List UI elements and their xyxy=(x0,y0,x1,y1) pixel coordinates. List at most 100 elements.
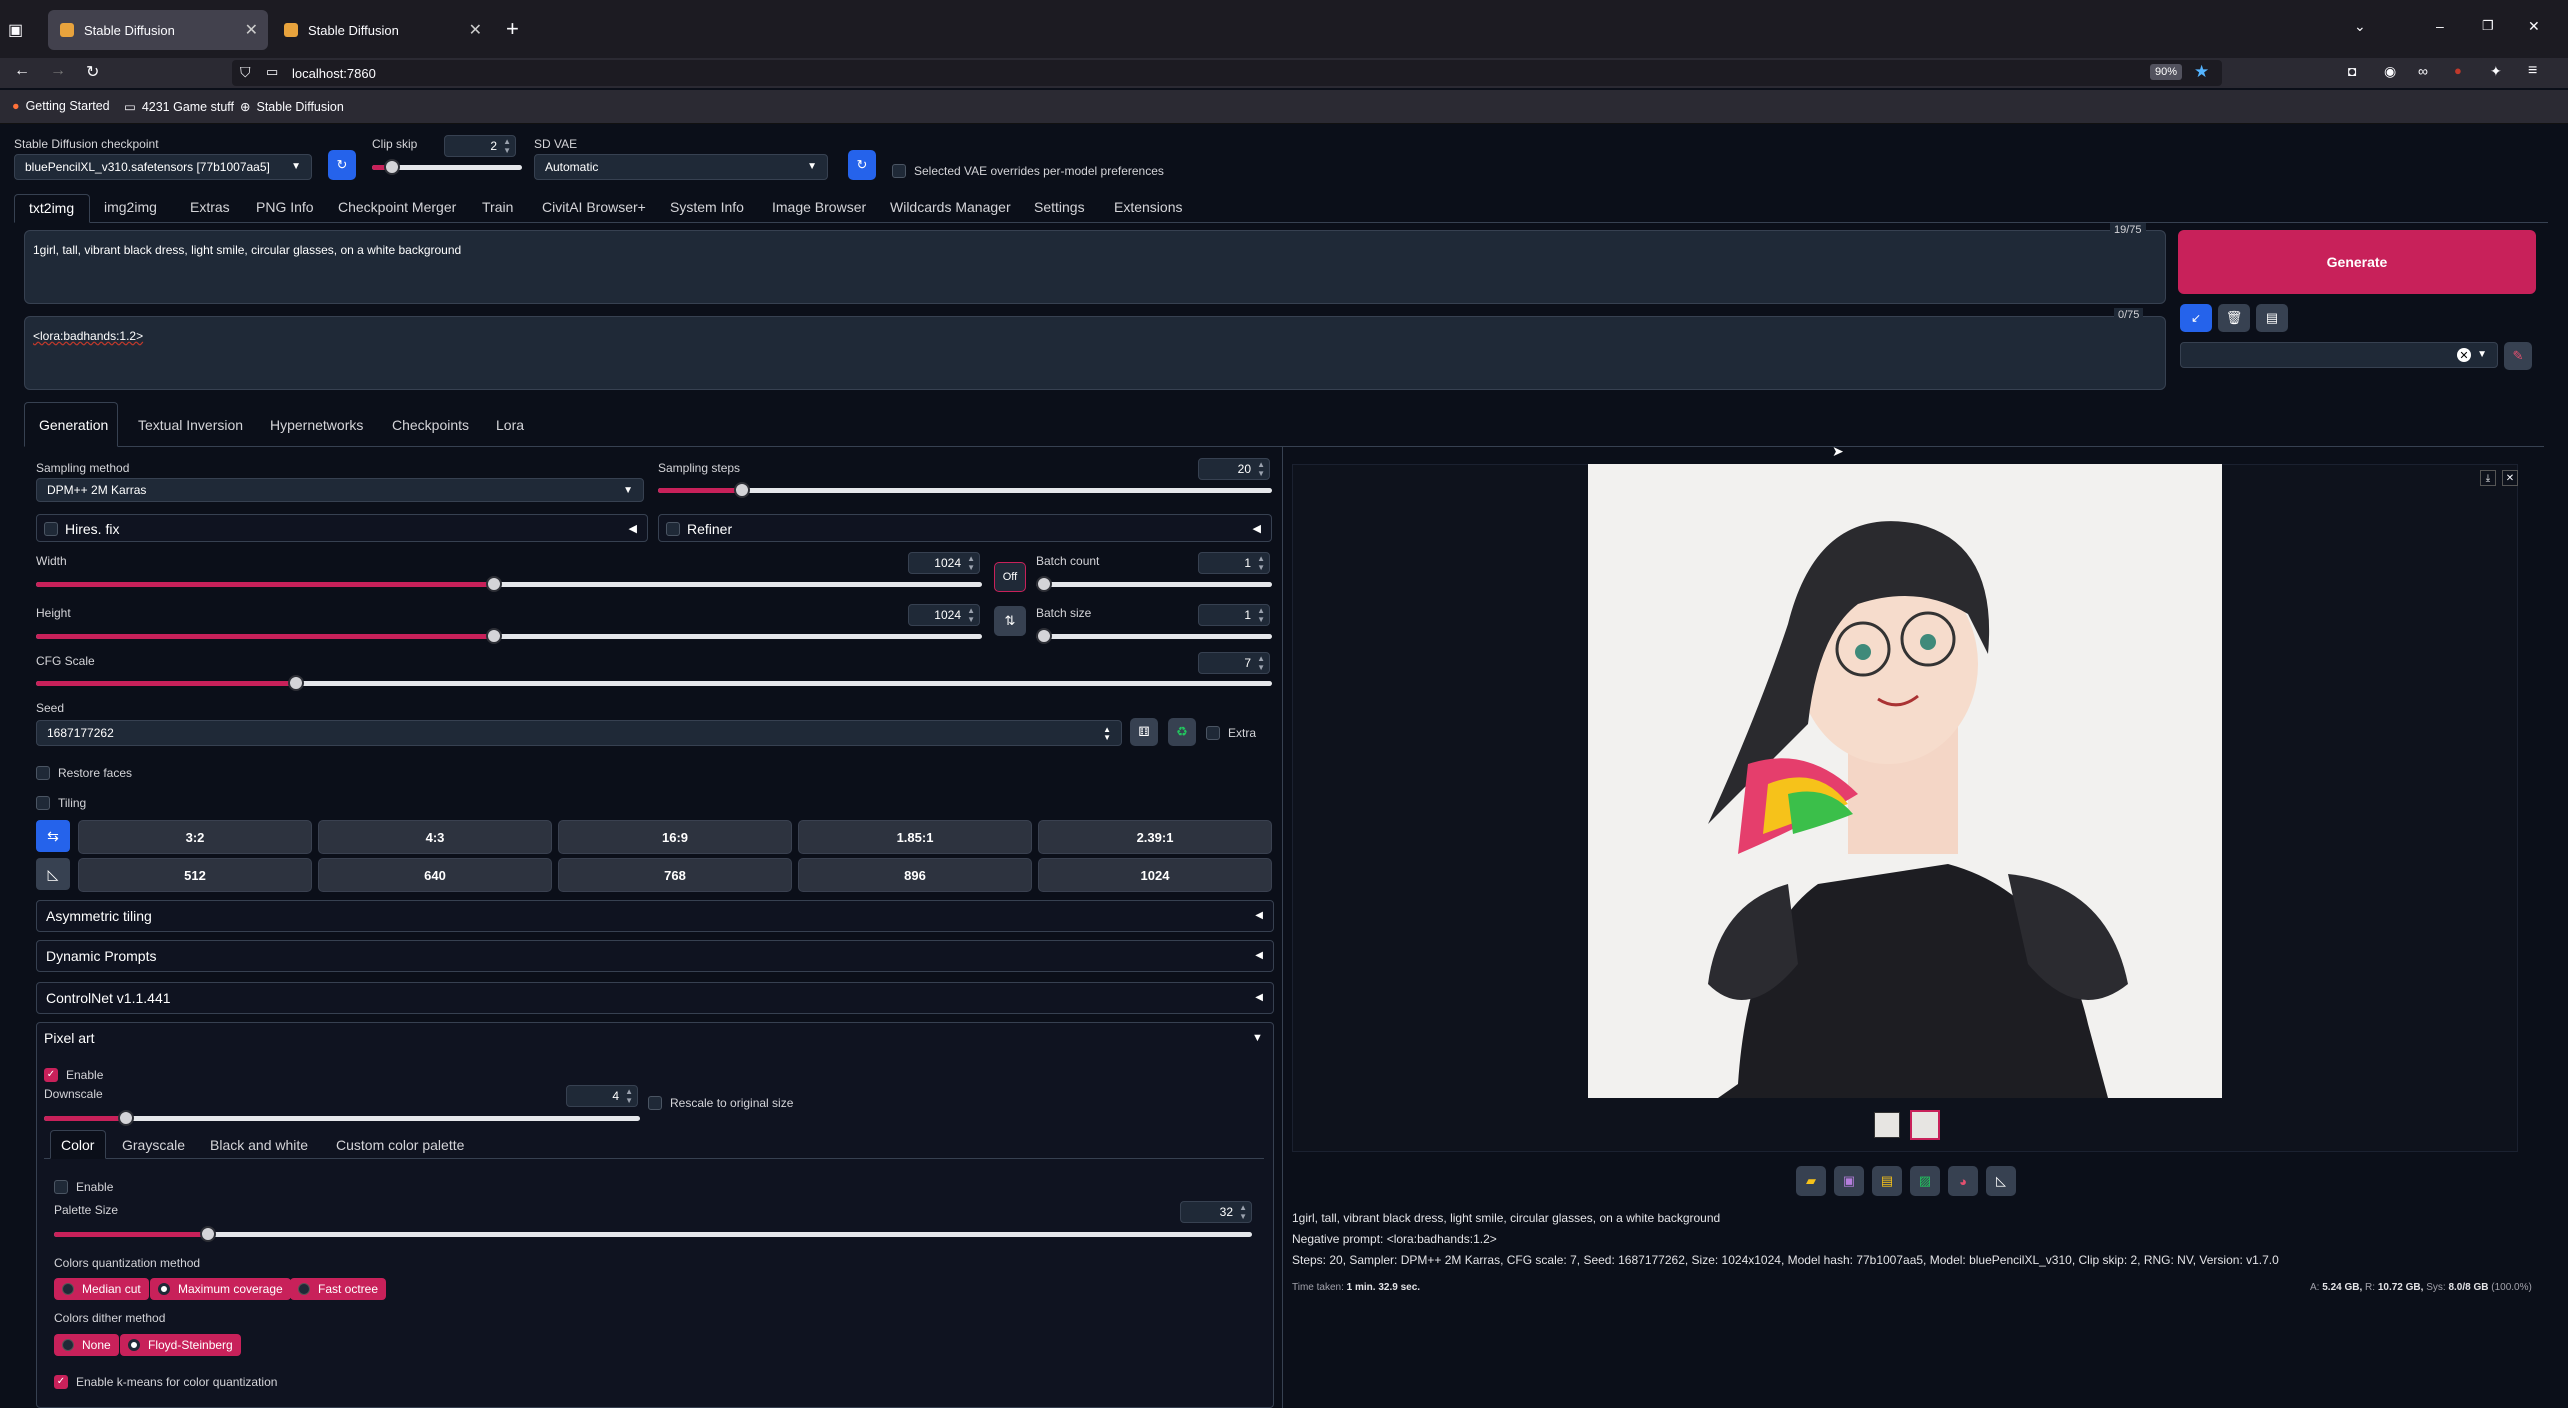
clip-skip-thumb[interactable] xyxy=(384,159,400,175)
tab-settings[interactable]: Settings xyxy=(1034,199,1085,215)
spinner-icon[interactable]: ▲ ▼ xyxy=(1257,460,1265,478)
cfg-scale-input[interactable]: 7 ▲ ▼ xyxy=(1198,652,1270,674)
collapse-arrow-icon[interactable]: ◀ xyxy=(629,522,637,535)
ratio-button[interactable]: 3:2 xyxy=(78,820,312,854)
hires-fix-accordion[interactable]: Hires. fix ◀ xyxy=(36,514,648,542)
spinner-icon[interactable]: ▲ ▼ xyxy=(967,554,975,572)
palette-size-thumb[interactable] xyxy=(200,1226,216,1242)
tab-extensions[interactable]: Extensions xyxy=(1114,199,1182,215)
sd-vae-dropdown[interactable]: Automatic ▼ xyxy=(534,154,828,180)
tab-textual-inversion[interactable]: Textual Inversion xyxy=(138,417,243,433)
size-button[interactable]: 768 xyxy=(558,858,792,892)
browser-tab-active[interactable]: Stable Diffusion ✕ xyxy=(48,10,268,50)
spinner-icon[interactable]: ▲ ▼ xyxy=(1257,554,1265,572)
vae-override-checkbox[interactable] xyxy=(892,164,906,178)
zip-icon[interactable]: ▤ xyxy=(1872,1166,1902,1196)
collapse-arrow-icon[interactable]: ◀ xyxy=(1253,522,1261,535)
close-window-icon[interactable]: ✕ xyxy=(2528,18,2540,35)
spinner-icon[interactable]: ▲ ▼ xyxy=(503,137,511,155)
read-params-button[interactable]: ↙ xyxy=(2180,304,2212,332)
tab-lora[interactable]: Lora xyxy=(496,417,524,433)
close-tab-icon[interactable]: ✕ xyxy=(245,20,258,40)
sampling-method-dropdown[interactable]: DPM++ 2M Karras ▼ xyxy=(36,478,644,502)
asymmetric-tiling-accordion[interactable]: Asymmetric tiling ◀ xyxy=(36,900,1274,932)
close-icon[interactable]: ✕ xyxy=(2502,470,2518,486)
batch-size-input[interactable]: 1 ▲ ▼ xyxy=(1198,604,1270,626)
tab-checkpoints[interactable]: Checkpoints xyxy=(392,417,469,433)
menu-icon[interactable]: ≡ xyxy=(2528,62,2537,80)
restore-icon[interactable]: ❐ xyxy=(2482,18,2494,34)
pixel-art-accordion-header[interactable]: Pixel art xyxy=(44,1030,95,1046)
save-icon[interactable]: ▣ xyxy=(1834,1166,1864,1196)
spinner-icon[interactable]: ▲ ▼ xyxy=(967,606,975,624)
spinner-icon[interactable]: ▲ ▼ xyxy=(1257,654,1265,672)
clipboard-icon[interactable]: ▤ xyxy=(2256,304,2288,332)
width-input[interactable]: 1024 ▲ ▼ xyxy=(908,552,980,574)
spinner-icon[interactable]: ▲ ▼ xyxy=(1103,726,1111,742)
extension-mask-icon[interactable]: ∞ xyxy=(2418,63,2428,79)
tab-txt2img[interactable]: txt2img xyxy=(14,194,90,223)
refresh-checkpoint-button[interactable]: ↻ xyxy=(328,150,356,180)
kmeans-checkbox[interactable]: ✓ xyxy=(54,1375,68,1389)
color-enable-checkbox[interactable] xyxy=(54,1180,68,1194)
account-icon[interactable]: ◉ xyxy=(2384,63,2396,80)
quant-option-maximum-coverage[interactable]: Maximum coverage xyxy=(150,1278,291,1300)
send-to-inpaint-icon[interactable]: ◕ xyxy=(1948,1166,1978,1196)
spinner-icon[interactable]: ▲ ▼ xyxy=(1239,1203,1247,1221)
minimize-icon[interactable]: – xyxy=(2436,18,2444,34)
height-input[interactable]: 1024 ▲ ▼ xyxy=(908,604,980,626)
ratio-button[interactable]: 4:3 xyxy=(318,820,552,854)
rescale-checkbox[interactable] xyxy=(648,1096,662,1110)
tab-hypernetworks[interactable]: Hypernetworks xyxy=(270,417,363,433)
positive-prompt-input[interactable]: 1girl, tall, vibrant black dress, light … xyxy=(24,230,2166,304)
tab-color[interactable]: Color xyxy=(50,1130,106,1159)
restore-faces-checkbox[interactable] xyxy=(36,766,50,780)
reuse-seed-recycle-icon[interactable]: ♻ xyxy=(1168,718,1196,746)
tab-black-and-white[interactable]: Black and white xyxy=(210,1137,308,1153)
tab-list-icon[interactable]: ▣ xyxy=(8,20,23,40)
tab-img2img[interactable]: img2img xyxy=(104,199,157,215)
batch-count-track[interactable] xyxy=(1036,582,1272,587)
width-thumb[interactable] xyxy=(486,576,502,592)
checkpoint-dropdown[interactable]: bluePencilXL_v310.safetensors [77b1007aa… xyxy=(14,154,312,180)
dither-option-floyd-steinberg[interactable]: Floyd-Steinberg xyxy=(120,1334,241,1356)
downscale-thumb[interactable] xyxy=(118,1110,134,1126)
generate-button[interactable]: Generate xyxy=(2178,230,2536,294)
ratio-button[interactable]: 1.85:1 xyxy=(798,820,1032,854)
dynamic-prompts-accordion[interactable]: Dynamic Prompts ◀ xyxy=(36,940,1274,972)
expand-arrow-icon[interactable]: ▼ xyxy=(1252,1032,1263,1044)
tab-checkpoint-merger[interactable]: Checkpoint Merger xyxy=(338,199,456,215)
random-seed-dice-icon[interactable]: ⚅ xyxy=(1130,718,1158,746)
cfg-scale-thumb[interactable] xyxy=(288,675,304,691)
bookmark-star-icon[interactable]: ★ xyxy=(2194,62,2209,82)
height-thumb[interactable] xyxy=(486,628,502,644)
negative-prompt-input[interactable]: <lora:badhands:1.2> xyxy=(24,316,2166,390)
tab-train[interactable]: Train xyxy=(482,199,513,215)
batch-count-input[interactable]: 1 ▲ ▼ xyxy=(1198,552,1270,574)
send-to-extras-icon[interactable]: ◺ xyxy=(1986,1166,2016,1196)
clip-skip-input[interactable]: 2 ▲ ▼ xyxy=(444,135,516,157)
aspect-ratio-switch-icon[interactable]: ⇆ xyxy=(36,820,70,852)
download-icon[interactable]: ⤓ xyxy=(2480,470,2496,486)
zoom-badge[interactable]: 90% xyxy=(2150,64,2183,80)
sampling-steps-input[interactable]: 20 ▲ ▼ xyxy=(1198,458,1270,480)
edit-styles-button[interactable]: ✎ xyxy=(2504,342,2532,370)
spinner-icon[interactable]: ▲ ▼ xyxy=(625,1087,633,1105)
tab-system-info[interactable]: System Info xyxy=(670,199,744,215)
send-to-img2img-icon[interactable]: ▨ xyxy=(1910,1166,1940,1196)
trash-icon[interactable]: 🗑 xyxy=(2218,304,2250,332)
refresh-vae-button[interactable]: ↻ xyxy=(848,150,876,180)
bookmark-folder-game-stuff[interactable]: ▭ 4231 Game stuff xyxy=(124,99,234,115)
bookmark-stable-diffusion[interactable]: ⊕ Stable Diffusion xyxy=(240,99,344,115)
thumbnail-2[interactable] xyxy=(1910,1110,1940,1140)
ratio-button[interactable]: 16:9 xyxy=(558,820,792,854)
tab-extras[interactable]: Extras xyxy=(190,199,230,215)
swap-dimensions-button[interactable]: ⇅ xyxy=(994,606,1026,636)
seed-input[interactable]: 1687177262 ▲ ▼ xyxy=(36,720,1122,746)
palette-size-track[interactable] xyxy=(54,1232,1252,1237)
tab-custom-color-palette[interactable]: Custom color palette xyxy=(336,1137,464,1153)
downscale-input[interactable]: 4 ▲ ▼ xyxy=(566,1085,638,1107)
sampling-steps-thumb[interactable] xyxy=(734,482,750,498)
tab-png-info[interactable]: PNG Info xyxy=(256,199,314,215)
tab-generation[interactable]: Generation xyxy=(24,402,118,447)
